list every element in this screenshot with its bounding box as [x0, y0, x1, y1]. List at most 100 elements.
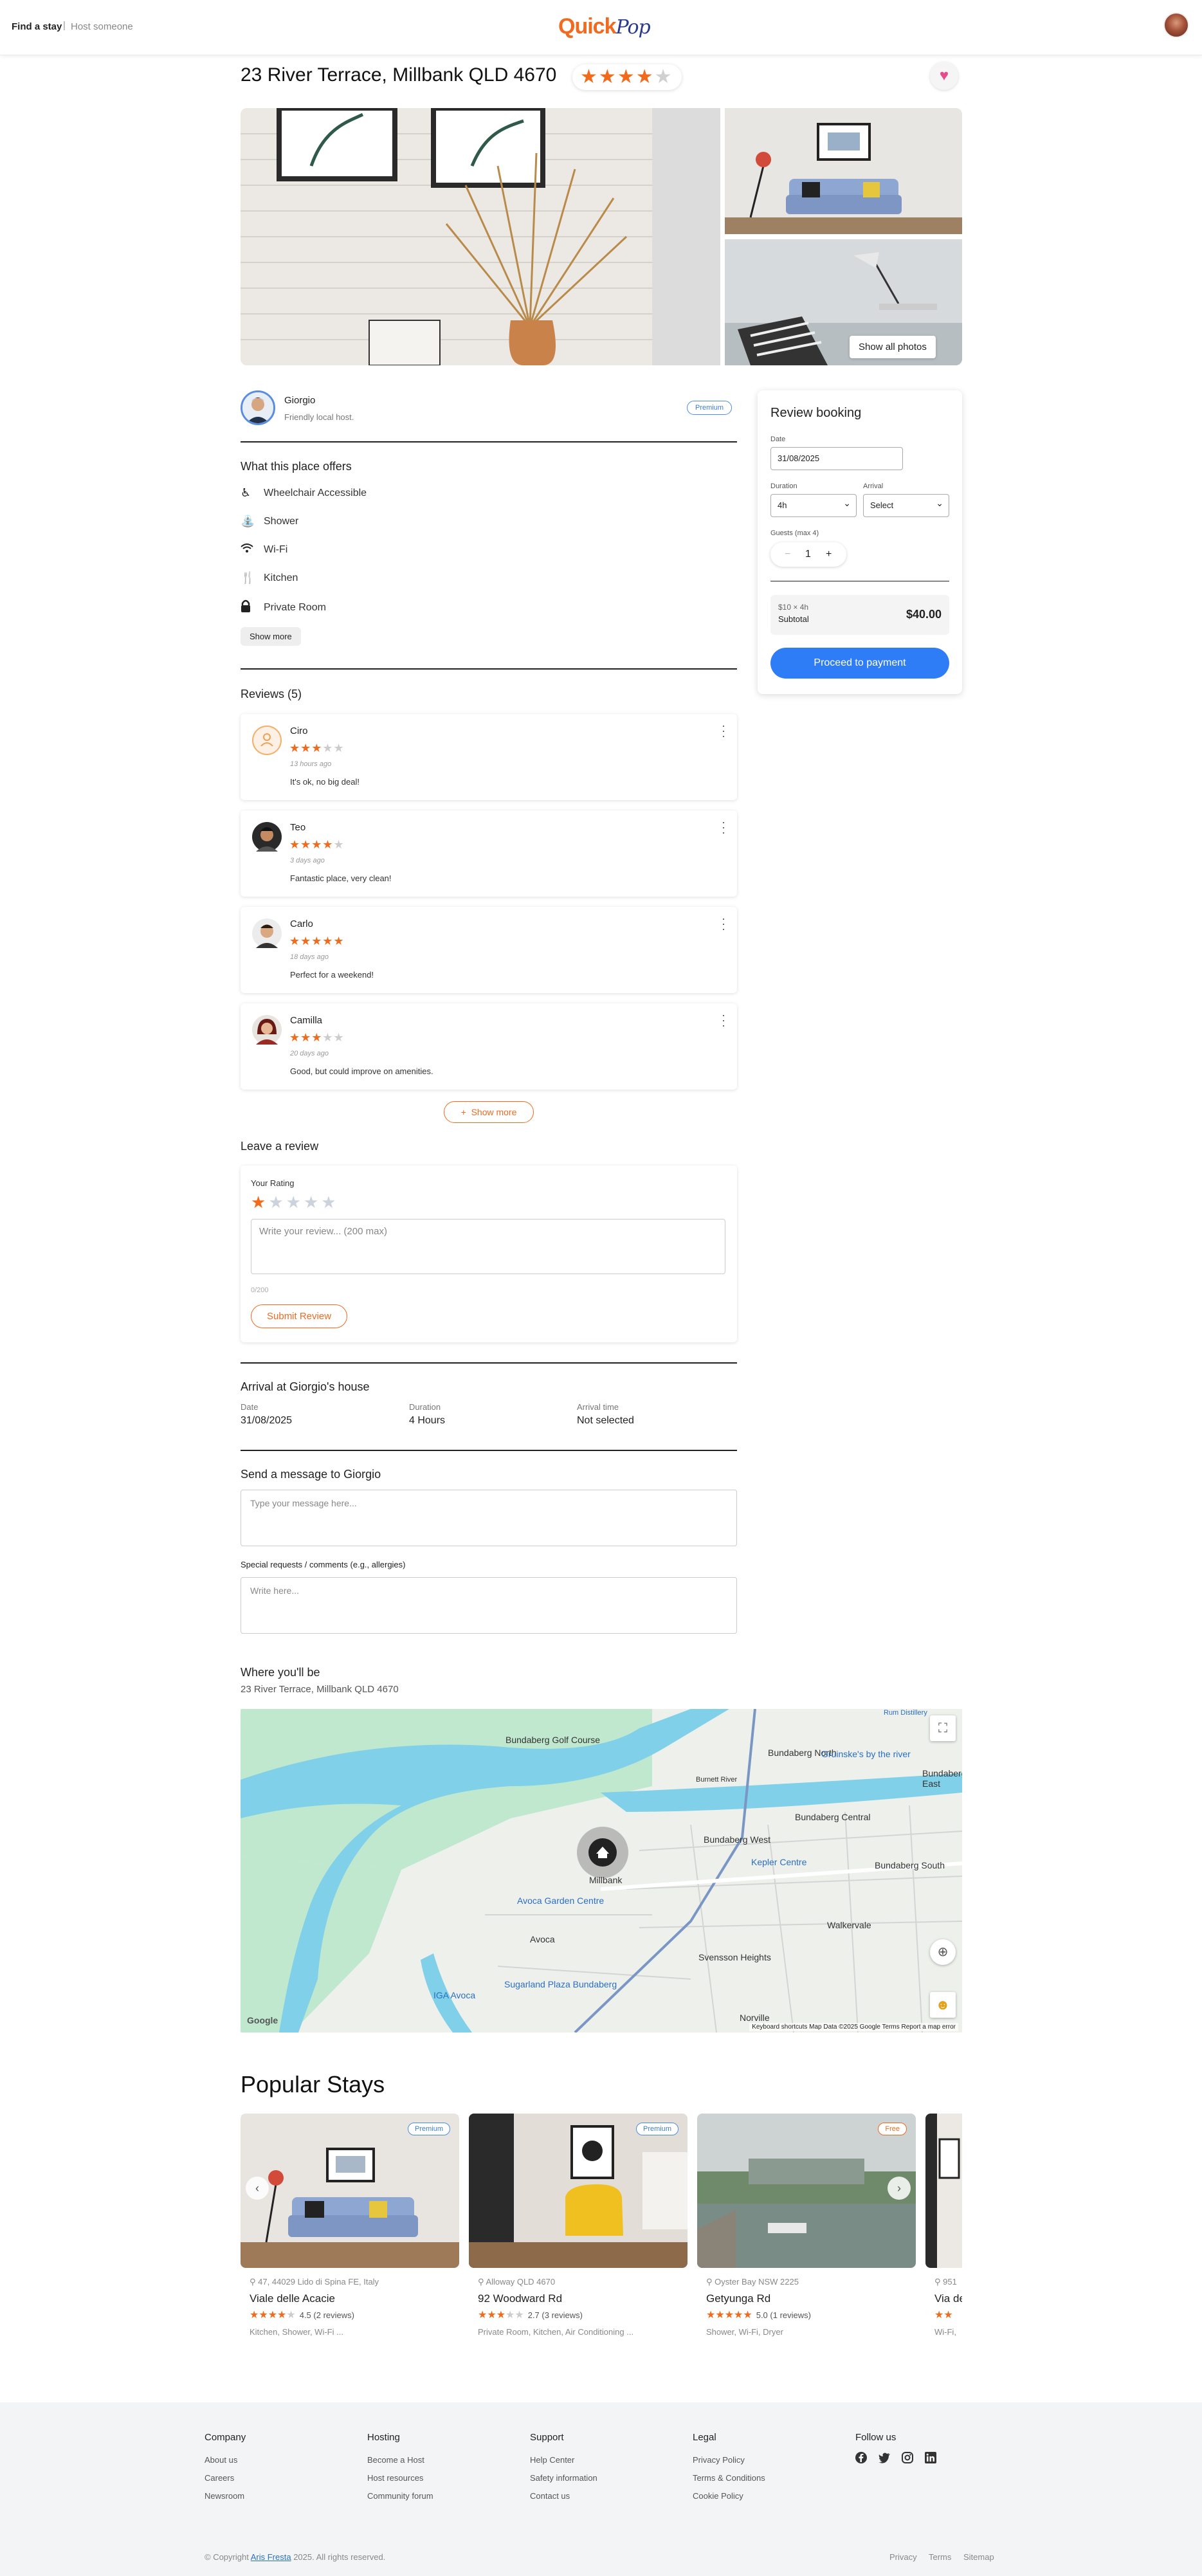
map-footer[interactable]: Keyboard shortcuts Map Data ©2025 Google…	[749, 2023, 958, 2031]
stay-card[interactable]: Premium ‹ ⚲ 47, 44029 Lido di Spina FE, …	[241, 2114, 459, 2339]
map-label: Svensson Heights	[698, 1952, 771, 1962]
kebab-menu-icon[interactable]: · · ·	[722, 720, 725, 742]
location-address: 23 River Terrace, Millbank QLD 4670	[241, 1684, 399, 1695]
premium-badge: Premium	[687, 401, 733, 415]
footer-link[interactable]: Newsroom	[205, 2491, 244, 2501]
avatar	[252, 918, 282, 948]
arrival-select[interactable]: Select	[863, 492, 949, 517]
logo[interactable]: QuickPop	[558, 14, 651, 39]
main-photo[interactable]	[241, 108, 720, 365]
minus-button[interactable]: −	[785, 542, 790, 567]
twitter-icon[interactable]	[877, 2451, 891, 2465]
footer-link[interactable]: Host resources	[367, 2473, 423, 2483]
amenity-item: ⛲ Shower	[241, 515, 299, 527]
review-textarea[interactable]: Write your review... (200 max)	[251, 1219, 725, 1274]
instagram-icon[interactable]	[900, 2451, 915, 2465]
footer-link[interactable]: Privacy Policy	[693, 2455, 745, 2465]
footer-link[interactable]: Terms & Conditions	[693, 2473, 765, 2483]
street-view-icon[interactable]: ☻	[930, 1992, 956, 2018]
guests-value: 1	[805, 549, 811, 560]
map[interactable]: Bundaberg Golf Course Bundaberg North Gr…	[241, 1709, 962, 2032]
stay-photo[interactable]	[925, 2114, 962, 2268]
review-time: 18 days ago	[290, 953, 329, 961]
show-all-photos-button[interactable]: Show all photos	[850, 336, 936, 358]
footer-bottom-link[interactable]: Sitemap	[963, 2552, 994, 2562]
duration-select[interactable]: 4h	[770, 492, 857, 517]
star-icon: ★	[580, 66, 599, 87]
stay-rating: ★★★★★ 4.5 (2 reviews)	[250, 2310, 354, 2321]
footer-bottom-link[interactable]: Terms	[929, 2552, 951, 2562]
favorite-button[interactable]: ♥	[930, 62, 958, 90]
footer-link[interactable]: Become a Host	[367, 2455, 424, 2465]
guests-label: Guests (max 4)	[770, 529, 819, 537]
author-link[interactable]: Aris Fresta	[251, 2552, 291, 2562]
nav-separator: |	[63, 20, 66, 31]
booking-date-input[interactable]: 31/08/2025	[770, 447, 903, 470]
location-pin-icon: ⚲	[706, 2277, 713, 2287]
chevron-left-icon[interactable]: ‹	[246, 2177, 269, 2200]
map-label: Kepler Centre	[751, 1857, 807, 1867]
host-someone-link[interactable]: Host someone	[71, 21, 133, 32]
stay-photo[interactable]: Premium	[469, 2114, 688, 2268]
find-stay-link[interactable]: Find a stay	[12, 21, 62, 32]
fullscreen-icon[interactable]: ⛶	[930, 1715, 956, 1741]
kebab-menu-icon[interactable]: · · ·	[722, 1009, 725, 1031]
footer-link[interactable]: Careers	[205, 2473, 234, 2483]
message-title: Send a message to Giorgio	[241, 1468, 381, 1481]
star-icon: ★	[251, 1192, 269, 1212]
review-card: Camilla ★★★★★ 20 days ago Good, but coul…	[241, 1003, 737, 1090]
map-label: Burnett River	[696, 1776, 738, 1784]
amenity-item: 🍴 Kitchen	[241, 571, 298, 584]
stay-photo[interactable]: Premium ‹	[241, 2114, 459, 2268]
footer-link[interactable]: Contact us	[530, 2491, 570, 2501]
message-textarea[interactable]: Type your message here...	[241, 1490, 737, 1546]
footer-bottom-link[interactable]: Privacy	[889, 2552, 917, 2562]
rating-input[interactable]: ★★★★★	[251, 1192, 339, 1212]
stay-card[interactable]: Premium ⚲ Alloway QLD 4670 92 Woodward R…	[469, 2114, 688, 2339]
avatar	[252, 1015, 282, 1045]
stay-name: Via de	[934, 2292, 962, 2305]
footer-link[interactable]: About us	[205, 2455, 237, 2465]
map-label: Avoca Garden Centre	[517, 1895, 605, 1906]
user-avatar[interactable]	[1163, 12, 1189, 38]
proceed-to-payment-button[interactable]: Proceed to payment	[770, 648, 949, 679]
subtotal-box: $10 × 4h Subtotal $40.00	[770, 595, 949, 635]
location-title: Where you'll be	[241, 1666, 320, 1679]
wheelchair-icon: ♿	[241, 486, 251, 499]
footer-link[interactable]: Cookie Policy	[693, 2491, 743, 2501]
facebook-icon[interactable]	[854, 2451, 868, 2465]
footer-link[interactable]: Help Center	[530, 2455, 574, 2465]
leave-review-title: Leave a review	[241, 1140, 319, 1153]
living-room-photo[interactable]	[725, 108, 962, 234]
chevron-right-icon[interactable]: ›	[888, 2177, 911, 2200]
stay-card[interactable]: Free › ⚲ Oyster Bay NSW 2225 Getyunga Rd…	[697, 2114, 916, 2339]
special-requests-textarea[interactable]: Write here...	[241, 1577, 737, 1634]
reviewer-name: Ciro	[290, 726, 308, 736]
show-more-reviews-button[interactable]: + Show more	[444, 1101, 534, 1123]
footer-link[interactable]: Community forum	[367, 2491, 433, 2501]
stay-amenities: Shower, Wi-Fi, Dryer	[706, 2327, 783, 2337]
star-icon: ★	[286, 1192, 304, 1212]
kebab-menu-icon[interactable]: · · ·	[722, 816, 725, 838]
stay-photo[interactable]: Free ›	[697, 2114, 916, 2268]
submit-review-button[interactable]: Submit Review	[251, 1304, 348, 1328]
kebab-menu-icon[interactable]: · · ·	[722, 913, 725, 935]
footer-link[interactable]: Safety information	[530, 2473, 597, 2483]
linkedin-icon[interactable]	[924, 2451, 938, 2465]
stay-card[interactable]: ⚲ 951 Via de ★★ Wi-Fi,	[925, 2114, 962, 2339]
copyright: © Copyright Aris Fresta 2025. All rights…	[205, 2552, 386, 2562]
lock-icon	[241, 599, 257, 616]
footer: Company About us Careers Newsroom Hostin…	[0, 2402, 1202, 2576]
star-icon: ★	[617, 66, 636, 87]
show-more-amenities-button[interactable]: Show more	[241, 627, 301, 646]
recenter-icon[interactable]: ⊕	[930, 1939, 956, 1965]
top-nav: Find a stay | Host someone QuickPop	[0, 0, 1202, 55]
footer-column-title: Follow us	[855, 2432, 897, 2443]
host-name: Giorgio	[284, 395, 316, 406]
photo-gallery: Show all photos	[241, 108, 962, 365]
subtotal-label: Subtotal	[778, 614, 809, 624]
host-avatar[interactable]	[241, 390, 275, 425]
plus-button[interactable]: +	[826, 542, 832, 567]
stay-amenities: Private Room, Kitchen, Air Conditioning …	[478, 2327, 634, 2337]
host-tagline: Friendly local host.	[284, 412, 354, 422]
